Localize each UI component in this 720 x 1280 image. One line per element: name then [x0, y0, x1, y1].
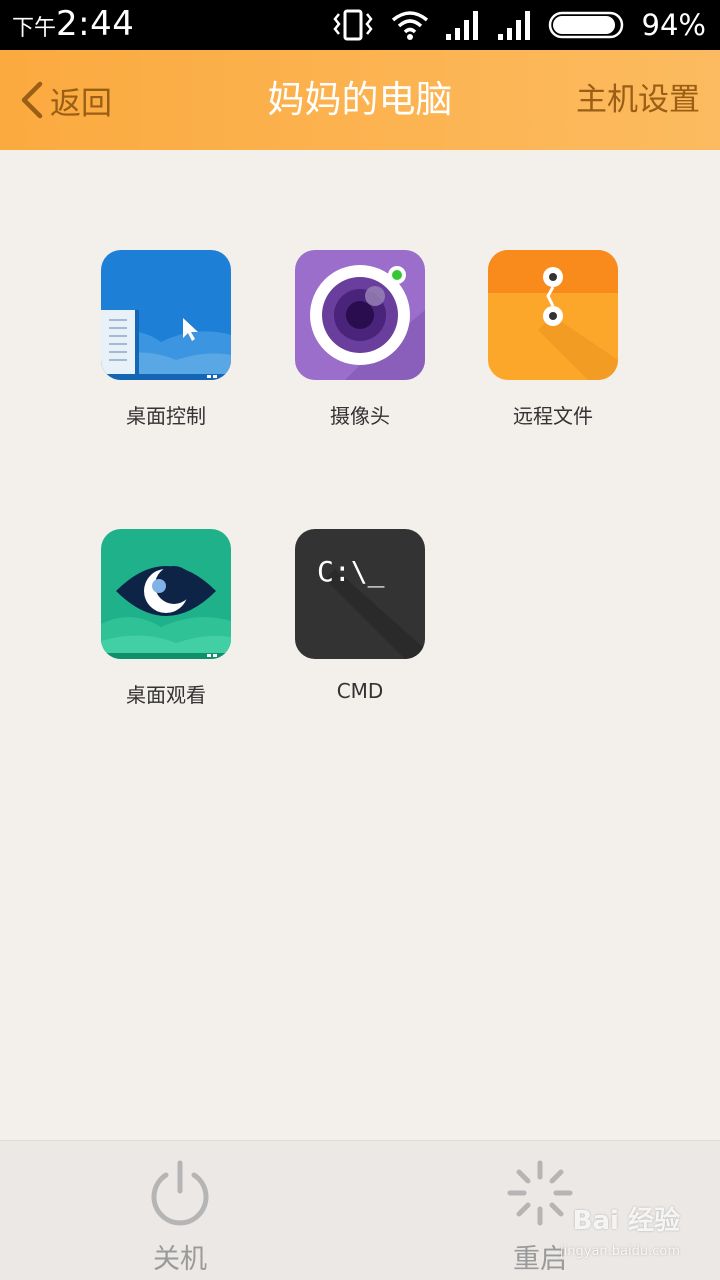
tile-label: 桌面观看 [126, 683, 206, 707]
power-icon [151, 1160, 209, 1226]
clock: 2:44 [56, 4, 135, 44]
tile-label: 远程文件 [513, 404, 593, 428]
status-bar: 下午 2:44 94% [0, 0, 720, 50]
remote-file-icon [488, 250, 618, 380]
wifi-icon [391, 11, 428, 40]
host-settings-button[interactable]: 主机设置 [576, 50, 700, 150]
cmd-glyph: C:\_ [317, 555, 385, 589]
shutdown-label: 关机 [153, 1244, 207, 1275]
vibrate-icon [332, 9, 373, 41]
tile-remote-file[interactable]: 远程文件 [463, 250, 643, 429]
tile-desktop-control[interactable]: 桌面控制 [76, 250, 256, 429]
tile-cmd[interactable]: C:\_ CMD [270, 529, 450, 703]
tile-label: 摄像头 [330, 404, 390, 428]
shutdown-button[interactable]: 关机 [90, 1141, 270, 1280]
tile-label: 桌面控制 [126, 404, 206, 428]
status-icons: 94% [330, 0, 706, 50]
time-prefix: 下午 [12, 16, 57, 41]
tile-camera[interactable]: 摄像头 [270, 250, 450, 429]
battery-icon [548, 11, 623, 39]
baidu-watermark: Bai 经验 [572, 1206, 680, 1236]
restart-icon [507, 1160, 573, 1226]
signal-icon [497, 11, 530, 40]
tile-desktop-view[interactable]: 桌面观看 [76, 529, 256, 708]
baidu-watermark-url: jingyan.baidu.com [560, 1244, 680, 1259]
cmd-icon: C:\_ [295, 529, 425, 659]
desktop-view-icon [101, 529, 231, 659]
desktop-control-icon [101, 250, 231, 380]
camera-icon [295, 250, 425, 380]
tile-label: CMD [336, 679, 384, 703]
battery-percent: 94% [641, 8, 706, 42]
status-time: 下午 2:44 [12, 4, 134, 46]
app-header: 返回 妈妈的电脑 主机设置 [0, 50, 720, 150]
signal-icon [445, 11, 478, 40]
